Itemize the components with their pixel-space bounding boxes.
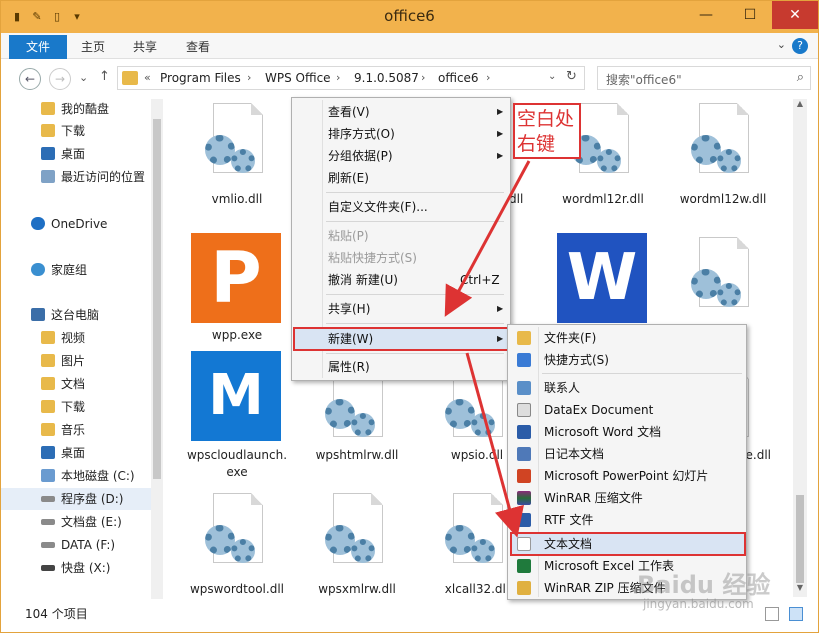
annotation-arrows [444, 160, 531, 538]
annotation-arrow-1 [444, 160, 531, 317]
explorer-window: ▮ ✎ ▯ ▾ office6 — ☐ ✕ 文件 主页 共享 查看 ⌄ ? ← … [0, 0, 819, 633]
annotation-arrow-2 [465, 352, 524, 538]
baidu-watermark: Baidu 经验 [637, 571, 771, 599]
baidu-watermark-url: jingyan.baidu.com [643, 597, 754, 611]
